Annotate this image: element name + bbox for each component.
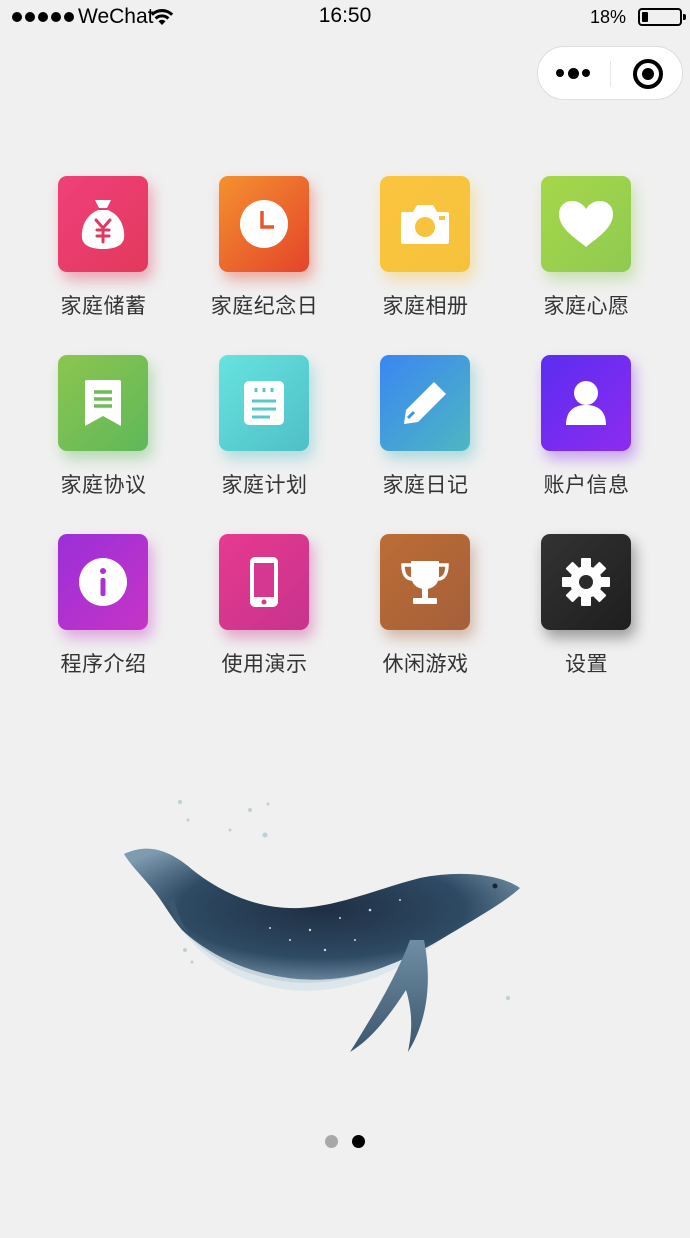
- menu-item-camera[interactable]: 家庭相册: [345, 176, 506, 355]
- menu-item-label: 家庭纪念日: [210, 294, 319, 318]
- capsule-divider: [610, 61, 611, 87]
- feature-grid: 家庭储蓄 家庭纪念日 家庭相册 家庭心愿家庭协议 家庭计划 家庭日记 账户信息程序介绍 使用演…: [23, 176, 667, 713]
- menu-item-bookmark-doc[interactable]: 家庭协议: [23, 355, 184, 534]
- menu-item-heart[interactable]: 家庭心愿: [506, 176, 667, 355]
- menu-item-info[interactable]: 程序介绍: [23, 534, 184, 713]
- menu-item-money-bag[interactable]: 家庭储蓄: [23, 176, 184, 355]
- page-dot[interactable]: [325, 1135, 338, 1148]
- menu-item-label: 家庭心愿: [543, 294, 630, 318]
- menu-item-pencil[interactable]: 家庭日记: [345, 355, 506, 534]
- heart-icon: [541, 176, 631, 272]
- user-icon: [541, 355, 631, 451]
- status-bar: WeChat 16:50 18%: [0, 0, 690, 36]
- info-icon: [58, 534, 148, 630]
- menu-item-label: 设置: [565, 652, 608, 676]
- battery-percent: 18%: [590, 7, 627, 27]
- menu-item-gear[interactable]: 设置: [506, 534, 667, 713]
- menu-item-label: 家庭协议: [60, 473, 147, 497]
- menu-item-phone[interactable]: 使用演示: [184, 534, 345, 713]
- bookmark-doc-icon: [58, 355, 148, 451]
- menu-item-user[interactable]: 账户信息: [506, 355, 667, 534]
- clock-icon: [219, 176, 309, 272]
- pencil-icon: [380, 355, 470, 451]
- menu-item-label: 家庭相册: [382, 294, 469, 318]
- camera-icon: [380, 176, 470, 272]
- menu-item-notepad[interactable]: 家庭计划: [184, 355, 345, 534]
- menu-item-clock[interactable]: 家庭纪念日: [184, 176, 345, 355]
- target-circle-icon[interactable]: [633, 59, 663, 89]
- trophy-icon: [380, 534, 470, 630]
- mini-program-capsule: [537, 46, 683, 100]
- menu-item-label: 使用演示: [221, 652, 308, 676]
- battery-icon: [638, 8, 686, 26]
- money-bag-icon: [58, 176, 148, 272]
- menu-item-label: 账户信息: [543, 473, 630, 497]
- menu-item-trophy[interactable]: 休闲游戏: [345, 534, 506, 713]
- carrier-name: WeChat: [78, 5, 154, 28]
- whale-illustration: [124, 800, 520, 1052]
- phone-icon: [219, 534, 309, 630]
- menu-item-label: 家庭计划: [221, 473, 308, 497]
- notepad-icon: [219, 355, 309, 451]
- more-dots-icon[interactable]: [552, 61, 596, 85]
- menu-item-label: 家庭储蓄: [60, 294, 147, 318]
- menu-item-label: 家庭日记: [382, 473, 469, 497]
- menu-item-label: 休闲游戏: [382, 652, 469, 676]
- battery-level: [642, 12, 649, 22]
- gear-icon: [541, 534, 631, 630]
- signal-strength-icon: [12, 12, 74, 22]
- menu-item-label: 程序介绍: [60, 652, 147, 676]
- page-dot-active[interactable]: [352, 1135, 365, 1148]
- page-indicator: [325, 1135, 365, 1148]
- wifi-icon: [150, 9, 174, 25]
